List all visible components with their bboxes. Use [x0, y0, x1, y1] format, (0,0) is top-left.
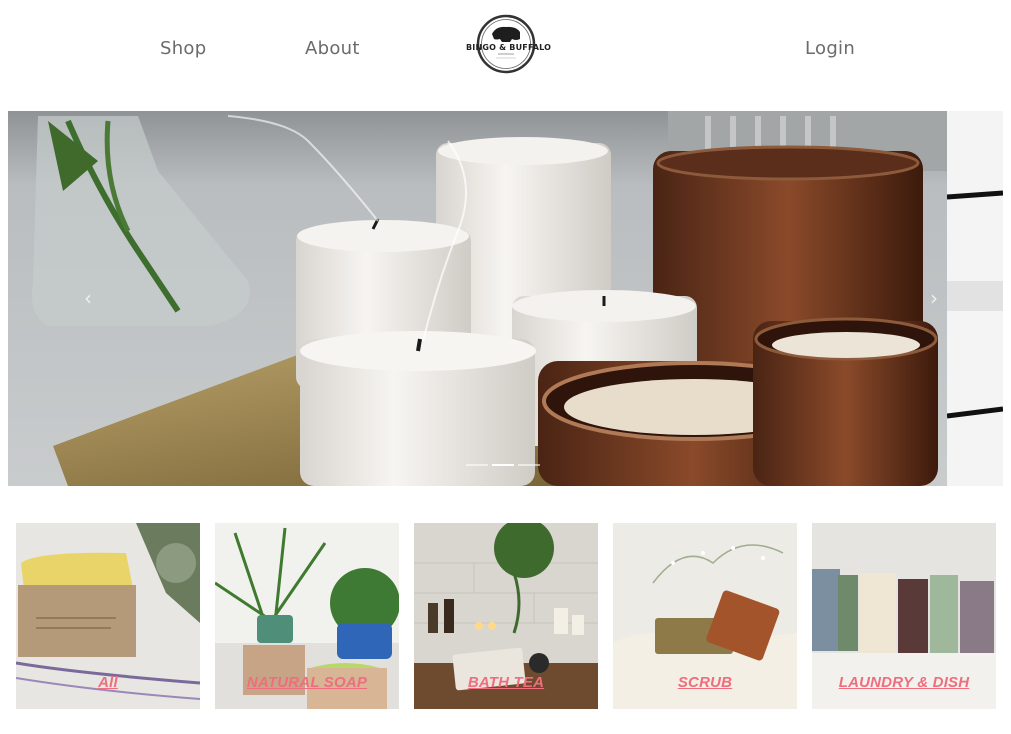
hero-candles-image — [8, 111, 947, 486]
carousel-next-button[interactable]: › — [924, 287, 944, 309]
hero-carousel: ‹ › — [8, 111, 1003, 486]
carousel-indicator[interactable] — [466, 464, 488, 466]
category-natural-soap-tile[interactable]: NATURAL SOAP — [215, 523, 399, 709]
category-laundry-dish-tile[interactable]: LAUNDRY & DISH — [812, 523, 996, 709]
category-label: NATURAL SOAP — [246, 674, 368, 691]
category-label: All — [98, 674, 118, 691]
category-all-tile[interactable]: All — [16, 523, 200, 709]
category-bath-tea-tile[interactable]: BATH TEA — [414, 523, 598, 709]
carousel-indicator-active[interactable] — [492, 464, 514, 466]
carousel-indicators — [466, 464, 540, 466]
category-label: BATH TEA — [467, 674, 545, 691]
carousel-indicator[interactable] — [518, 464, 540, 466]
nav-login-link[interactable]: Login — [805, 38, 855, 59]
nav-shop-link[interactable]: Shop — [160, 38, 206, 59]
category-scrub-tile[interactable]: SCRUB — [613, 523, 797, 709]
carousel-prev-button[interactable]: ‹ — [78, 287, 98, 309]
brand-logo[interactable]: BINGO & BUFFALO — [466, 14, 551, 74]
category-label: LAUNDRY & DISH — [838, 674, 970, 691]
next-slide-preview-image — [947, 111, 1003, 486]
category-label: SCRUB — [677, 674, 733, 691]
logo-wordmark: BINGO & BUFFALO — [466, 43, 552, 52]
nav-about-link[interactable]: About — [305, 38, 360, 59]
